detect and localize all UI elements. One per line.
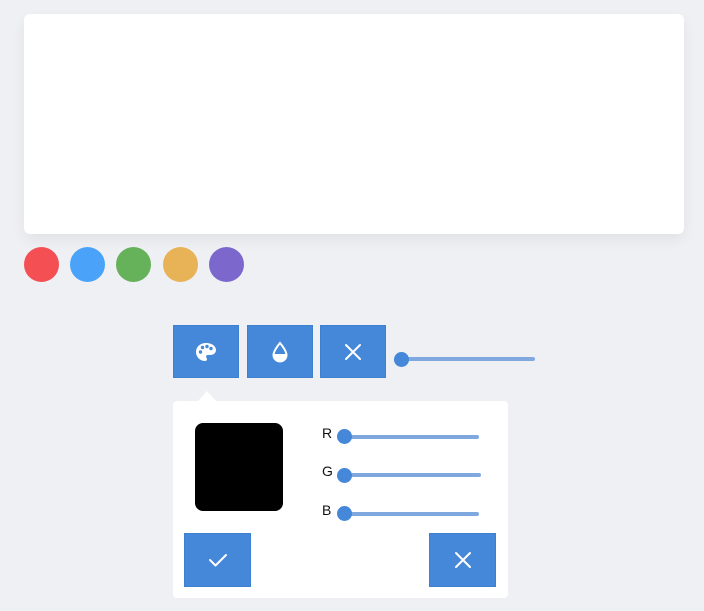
channel-label-r: R [322, 425, 333, 441]
droplet-icon [272, 340, 288, 363]
palette-icon [196, 342, 216, 361]
fill-button[interactable] [247, 325, 313, 378]
swatch-purple[interactable] [209, 247, 244, 282]
swatch-red[interactable] [24, 247, 59, 282]
color-picker-popup: R G B [173, 401, 508, 598]
swatch-green[interactable] [116, 247, 151, 282]
drawing-canvas[interactable] [24, 14, 684, 234]
clear-button[interactable] [320, 325, 386, 378]
blue-slider-handle[interactable] [337, 506, 352, 521]
close-icon [345, 343, 361, 360]
cancel-button[interactable] [429, 533, 496, 587]
green-slider-handle[interactable] [337, 468, 352, 483]
red-slider-handle[interactable] [337, 429, 352, 444]
swatch-blue[interactable] [70, 247, 105, 282]
close-icon [454, 552, 471, 568]
channel-label-g: G [322, 463, 333, 479]
slider-track[interactable] [402, 357, 535, 361]
green-slider-track[interactable] [344, 473, 481, 477]
channel-label-b: B [322, 502, 332, 518]
blue-slider-track[interactable] [344, 512, 479, 516]
confirm-button[interactable] [184, 533, 251, 587]
swatch-orange[interactable] [163, 247, 198, 282]
palette-button[interactable] [173, 325, 239, 378]
check-icon [208, 554, 227, 567]
color-preview [195, 423, 283, 511]
slider-handle[interactable] [394, 352, 409, 367]
red-slider-track[interactable] [344, 435, 479, 439]
